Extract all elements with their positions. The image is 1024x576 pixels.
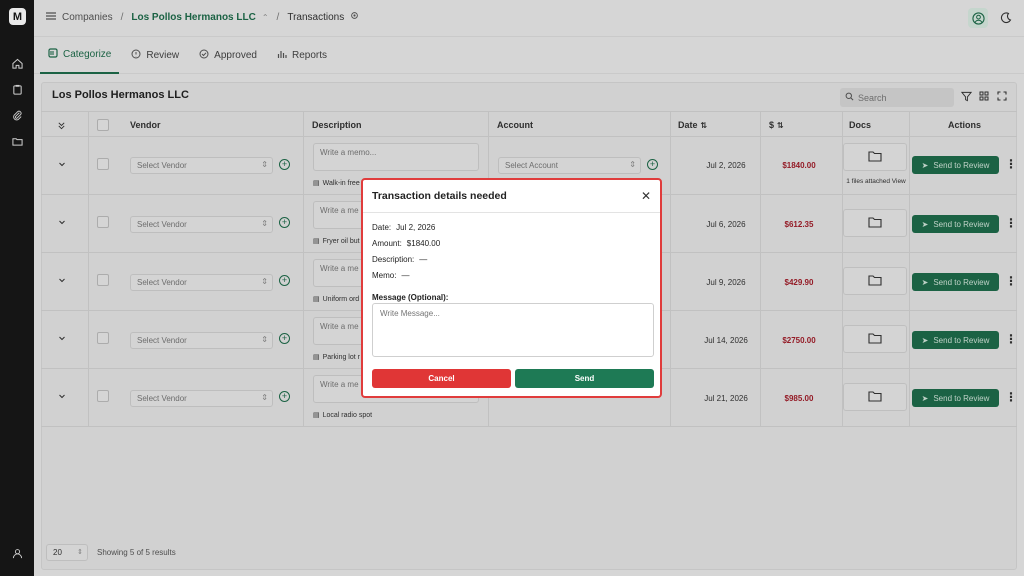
- modal-date-label: Date:: [372, 223, 392, 232]
- sidebar: M: [0, 0, 34, 576]
- modal-date-line: Date: Jul 2, 2026: [372, 223, 435, 232]
- modal-memo-label: Memo:: [372, 271, 397, 280]
- close-icon[interactable]: ✕: [641, 189, 651, 203]
- modal-title: Transaction details needed: [372, 190, 507, 202]
- app-logo[interactable]: M: [9, 8, 26, 25]
- folder-icon[interactable]: [9, 133, 25, 149]
- send-button[interactable]: Send: [515, 369, 654, 388]
- modal-memo-line: Memo: —: [372, 271, 409, 280]
- home-icon[interactable]: [9, 55, 25, 71]
- modal-description-label: Description:: [372, 255, 415, 264]
- clipboard-icon[interactable]: [9, 81, 25, 97]
- cancel-button[interactable]: Cancel: [372, 369, 511, 388]
- modal-amount-line: Amount: $1840.00: [372, 239, 440, 248]
- modal-amount-label: Amount:: [372, 239, 402, 248]
- transaction-details-modal: Transaction details needed ✕ Date: Jul 2,…: [361, 178, 662, 398]
- modal-date-value: Jul 2, 2026: [396, 223, 436, 232]
- profile-icon[interactable]: [9, 545, 25, 561]
- modal-header: Transaction details needed ✕: [363, 180, 660, 213]
- paperclip-icon[interactable]: [9, 107, 25, 123]
- message-label: Message (Optional):: [372, 293, 449, 302]
- message-textarea[interactable]: [372, 303, 654, 357]
- modal-description-line: Description: —: [372, 255, 427, 264]
- modal-memo-value: —: [401, 271, 410, 280]
- modal-description-value: —: [419, 255, 428, 264]
- modal-amount-value: $1840.00: [406, 239, 441, 248]
